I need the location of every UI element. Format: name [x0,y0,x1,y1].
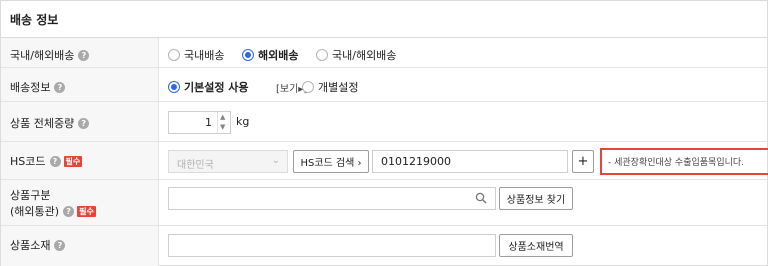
radio-domestic-overseas[interactable]: 국내/해외배송 [316,47,396,63]
row-material: 상품소재 ? 상품소재번역 [1,226,767,266]
weight-unit: kg [236,115,250,128]
required-badge: 필수 [77,205,96,217]
radio-overseas[interactable]: 해외배송 [242,47,298,63]
search-icon[interactable] [475,192,487,204]
material-translate-button[interactable]: 상품소재번역 [499,234,573,257]
hs-code-label: HS코드 [10,155,46,168]
row-hs-code: HS코드 ? 필수 대한민국 ⌄ HS코드 검색 › 0101219000 + … [1,142,768,180]
hs-code-search-button[interactable]: HS코드 검색 › [293,150,369,173]
shipping-info-label: 배송정보 [10,81,51,94]
weight-stepper[interactable]: 1 ▲ ▼ [168,111,231,134]
help-icon[interactable]: ? [49,155,61,167]
hs-code-input[interactable]: 0101219000 [372,150,568,173]
radio-selected-icon [242,49,254,61]
help-icon[interactable]: ? [54,239,66,251]
radio-individual-setting[interactable]: 개별설정 [302,79,358,95]
help-icon[interactable]: ? [63,205,75,217]
shipping-info-panel: 배송 정보 국내/해외배송 ? 국내배송 해외배송 국내/해외배송 배송정보 ?… [0,0,768,266]
weight-label: 상품 전체중량 [10,117,75,130]
material-label: 상품소재 [10,239,51,252]
radio-circle-icon [302,81,314,93]
radio-domestic[interactable]: 국내배송 [168,47,224,63]
add-button[interactable]: + [572,150,594,173]
notice-box: - 세관장확인대상 수출입품목입니다. [600,148,768,175]
weight-value: 1 [205,116,212,129]
row-shipping-type: 국내/해외배송 ? 국내배송 해외배송 국내/해외배송 [1,38,767,68]
category-search-input[interactable] [168,187,496,210]
increment-arrow-icon[interactable]: ▲ [220,113,225,121]
required-badge: 필수 [63,155,83,167]
row-shipping-info: 배송정보 ? 기본설정 사용 [보기▸] 개별설정 [1,68,767,102]
radio-selected-icon [168,81,180,93]
row-weight: 상품 전체중량 ? 1 ▲ ▼ kg [1,102,767,142]
material-input[interactable] [168,234,496,257]
radio-circle-icon [316,49,328,61]
help-icon[interactable]: ? [78,117,90,129]
radio-default-setting[interactable]: 기본설정 사용 [168,79,249,95]
shipping-type-label: 국내/해외배송 [10,49,75,62]
category-label: 상품구분 [10,189,51,202]
label-cell: 국내/해외배송 ? [1,38,159,67]
country-select: 대한민국 ⌄ [168,150,288,173]
row-category: 상품구분 (해외통관) ? 필수 상품정보 찾기 [1,180,767,226]
find-product-info-button[interactable]: 상품정보 찾기 [499,187,573,210]
decrement-arrow-icon[interactable]: ▼ [220,123,225,131]
help-icon[interactable]: ? [54,81,66,93]
radio-circle-icon [168,49,180,61]
help-icon[interactable]: ? [78,49,90,61]
category-sublabel: (해외통관) [10,205,60,218]
chevron-down-icon: ⌄ [271,155,280,166]
section-title: 배송 정보 [1,1,767,38]
